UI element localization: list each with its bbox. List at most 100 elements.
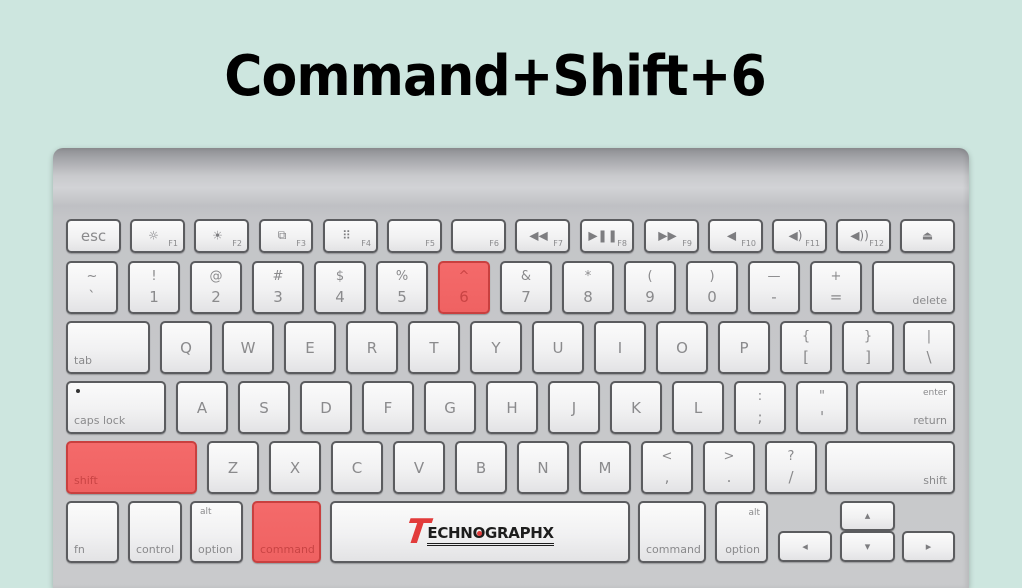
key-slash[interactable]: ? /: [765, 441, 817, 494]
key-rbracket[interactable]: }]: [842, 321, 894, 374]
key-r[interactable]: R: [346, 321, 398, 374]
key-m[interactable]: M: [579, 441, 631, 494]
key-right-option[interactable]: option alt: [715, 501, 768, 563]
key-shift-label: @: [209, 269, 223, 284]
key-left-option[interactable]: option alt: [190, 501, 243, 563]
key-label: B: [475, 458, 487, 477]
key-f11[interactable]: F11 ◀): [772, 219, 827, 253]
key-e[interactable]: E: [284, 321, 336, 374]
key-lbracket[interactable]: {[: [780, 321, 832, 374]
key-3[interactable]: #3: [252, 261, 304, 314]
key-label: H: [506, 398, 518, 417]
key-c[interactable]: C: [331, 441, 383, 494]
key-a[interactable]: A: [176, 381, 228, 434]
key-8[interactable]: * 8: [562, 261, 614, 314]
key-fn[interactable]: fn: [66, 501, 119, 563]
key-left-shift[interactable]: shift: [66, 441, 197, 494]
key-k[interactable]: K: [610, 381, 662, 434]
key-control[interactable]: control: [128, 501, 182, 563]
key-1[interactable]: ! 1: [128, 261, 180, 314]
key-7[interactable]: & 7: [500, 261, 552, 314]
key-minus[interactable]: — -: [748, 261, 800, 314]
key-f2[interactable]: F2 ☀: [194, 219, 249, 253]
key-f10[interactable]: F10 ◀: [708, 219, 763, 253]
key-f6[interactable]: F6: [451, 219, 506, 253]
key-capslock[interactable]: caps lock: [66, 381, 166, 434]
key-o[interactable]: O: [656, 321, 708, 374]
key-f8[interactable]: F8 ▶❚❚: [580, 219, 634, 253]
key-s[interactable]: S: [238, 381, 290, 434]
volume-up-icon: ◀)): [850, 228, 869, 243]
key-i[interactable]: I: [594, 321, 646, 374]
key-shift-label: ": [819, 389, 825, 404]
key-semicolon[interactable]: :;: [734, 381, 786, 434]
key-label: shift: [74, 474, 98, 487]
key-secondary-label: alt: [200, 507, 212, 517]
key-b[interactable]: B: [455, 441, 507, 494]
key-shift-label: |: [926, 329, 932, 344]
key-0[interactable]: ) 0: [686, 261, 738, 314]
logo-text-part: ECHN: [427, 524, 473, 542]
key-6[interactable]: ^ 6: [438, 261, 490, 314]
key-x[interactable]: X: [269, 441, 321, 494]
key-arrow-right[interactable]: ▸: [902, 531, 955, 562]
key-2[interactable]: @2: [190, 261, 242, 314]
logo-wordmark: ECHNOGRAPHX: [427, 524, 554, 546]
key-arrow-down[interactable]: ▾: [840, 531, 895, 562]
key-j[interactable]: J: [548, 381, 600, 434]
key-t[interactable]: T: [408, 321, 460, 374]
key-w[interactable]: W: [222, 321, 274, 374]
key-4[interactable]: $4: [314, 261, 366, 314]
key-delete[interactable]: delete: [872, 261, 955, 314]
key-label: W: [240, 338, 256, 357]
mission-control-icon: ⧉: [277, 227, 287, 242]
key-label: A: [196, 398, 208, 417]
brightness-up-icon: ☀: [212, 228, 223, 243]
key-label: 6: [459, 288, 469, 306]
key-right-shift[interactable]: shift: [825, 441, 955, 494]
key-y[interactable]: Y: [470, 321, 522, 374]
key-space[interactable]: T ECHNOGRAPHX: [330, 501, 630, 563]
key-u[interactable]: U: [532, 321, 584, 374]
key-backslash[interactable]: | \: [903, 321, 955, 374]
key-d[interactable]: D: [300, 381, 352, 434]
key-n[interactable]: N: [517, 441, 569, 494]
key-period[interactable]: >.: [703, 441, 755, 494]
key-l[interactable]: L: [672, 381, 724, 434]
key-return[interactable]: return enter: [856, 381, 955, 434]
key-9[interactable]: (9: [624, 261, 676, 314]
key-f9[interactable]: F9 ▶▶: [644, 219, 699, 253]
key-f12[interactable]: F12 ◀)): [836, 219, 891, 253]
key-g[interactable]: G: [424, 381, 476, 434]
key-left-command[interactable]: command: [252, 501, 321, 563]
key-label: L: [693, 398, 703, 417]
key-label: `: [88, 288, 96, 306]
key-comma[interactable]: <,: [641, 441, 693, 494]
play-pause-icon: ▶❚❚: [588, 228, 618, 243]
key-p[interactable]: P: [718, 321, 770, 374]
key-h[interactable]: H: [486, 381, 538, 434]
key-right-command[interactable]: command: [638, 501, 706, 563]
key-backtick[interactable]: ~ `: [66, 261, 118, 314]
key-f[interactable]: F: [362, 381, 414, 434]
key-f7[interactable]: F7 ◀◀: [515, 219, 570, 253]
key-eject[interactable]: ⏏: [900, 219, 955, 253]
key-arrow-left[interactable]: ◂: [778, 531, 832, 562]
key-f3[interactable]: F3 ⧉: [259, 219, 313, 253]
key-v[interactable]: V: [393, 441, 445, 494]
key-z[interactable]: Z: [207, 441, 259, 494]
key-f4[interactable]: F4 ⠿: [323, 219, 378, 253]
key-label: option: [725, 543, 760, 556]
key-q[interactable]: Q: [160, 321, 212, 374]
key-esc[interactable]: esc: [66, 219, 121, 253]
key-f1[interactable]: F1 ☼: [130, 219, 185, 253]
key-quote[interactable]: " ': [796, 381, 848, 434]
key-f5[interactable]: F5: [387, 219, 442, 253]
key-equals[interactable]: + =: [810, 261, 862, 314]
key-shift-label: ~: [86, 269, 98, 284]
key-shift-label: +: [830, 269, 842, 284]
key-5[interactable]: % 5: [376, 261, 428, 314]
key-tab[interactable]: tab: [66, 321, 150, 374]
key-arrow-up[interactable]: ▴: [840, 501, 895, 531]
key-label: R: [366, 338, 378, 357]
